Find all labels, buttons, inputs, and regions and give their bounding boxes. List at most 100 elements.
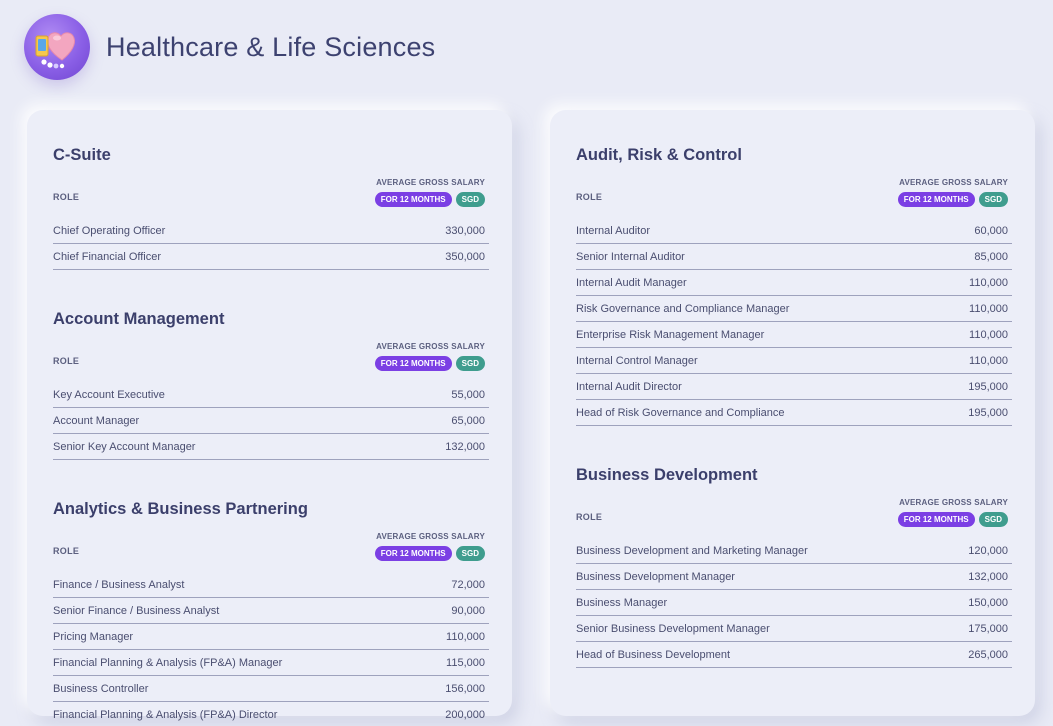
role-name: Key Account Executive [53, 388, 165, 401]
period-badge: FOR 12 MONTHS [374, 192, 452, 207]
table-row: Business Development and Marketing Manag… [576, 538, 1012, 564]
table-row: Chief Financial Officer 350,000 [53, 244, 489, 270]
salary-column-header: AVERAGE GROSS SALARY FOR 12 MONTHS SGD [897, 498, 1008, 527]
salary-section: Account Management ROLE AVERAGE GROSS SA… [53, 310, 489, 460]
role-name: Business Controller [53, 682, 149, 695]
salary-value: 110,000 [446, 630, 485, 643]
table-row: Chief Operating Officer 330,000 [53, 218, 489, 244]
table-row: Senior Finance / Business Analyst 90,000 [53, 598, 489, 624]
role-name: Senior Finance / Business Analyst [53, 604, 220, 617]
salary-value: 150,000 [968, 596, 1008, 609]
salary-badges: FOR 12 MONTHS SGD [374, 356, 485, 371]
role-column-header: ROLE [576, 192, 603, 202]
salary-value: 115,000 [446, 656, 485, 669]
salary-value: 175,000 [968, 622, 1008, 635]
role-name: Business Manager [576, 596, 668, 609]
role-column-header: ROLE [53, 546, 80, 556]
table-header: ROLE AVERAGE GROSS SALARY FOR 12 MONTHS … [576, 178, 1012, 218]
table-row: Risk Governance and Compliance Manager 11… [576, 296, 1012, 322]
period-badge: FOR 12 MONTHS [897, 192, 975, 207]
table-row: Business Development Manager 132,000 [576, 564, 1012, 590]
currency-badge: SGD [978, 192, 1008, 207]
healthcare-illustration-icon [24, 14, 90, 80]
salary-column-header: AVERAGE GROSS SALARY FOR 12 MONTHS SGD [374, 178, 485, 207]
role-name: Senior Business Development Manager [576, 622, 770, 635]
table-row: Business Controller 156,000 [53, 676, 489, 702]
role-name: Head of Business Development [576, 648, 731, 661]
role-name: Business Development and Marketing Manag… [576, 544, 808, 557]
table-header: ROLE AVERAGE GROSS SALARY FOR 12 MONTHS … [53, 342, 489, 382]
currency-badge: SGD [978, 512, 1008, 527]
table-row: Internal Auditor 60,000 [576, 218, 1012, 244]
table-row: Internal Audit Director 195,000 [576, 374, 1012, 400]
salary-value: 85,000 [974, 250, 1008, 263]
salary-column-label: AVERAGE GROSS SALARY [376, 178, 485, 187]
salary-value: 90,000 [451, 604, 485, 617]
salary-value: 200,000 [445, 708, 485, 721]
period-badge: FOR 12 MONTHS [374, 546, 452, 561]
role-name: Enterprise Risk Management Manager [576, 328, 765, 341]
table-row: Internal Audit Manager 110,000 [576, 270, 1012, 296]
role-name: Internal Control Manager [576, 354, 698, 367]
salary-section: Audit, Risk & Control ROLE AVERAGE GROSS… [576, 146, 1012, 426]
salary-badges: FOR 12 MONTHS SGD [374, 546, 485, 561]
salary-value: 195,000 [968, 380, 1008, 393]
right-salary-card: Audit, Risk & Control ROLE AVERAGE GROSS… [550, 110, 1035, 716]
left-salary-card: C-Suite ROLE AVERAGE GROSS SALARY FOR 12… [27, 110, 512, 721]
salary-rows: Chief Operating Officer 330,000 Chief Fina… [53, 218, 489, 270]
currency-badge: SGD [455, 546, 485, 561]
salary-column-label: AVERAGE GROSS SALARY [899, 178, 1008, 187]
role-name: Finance / Business Analyst [53, 578, 185, 591]
role-name: Chief Financial Officer [53, 250, 162, 263]
salary-value: 265,000 [968, 648, 1008, 661]
role-name: Account Manager [53, 414, 140, 427]
role-name: Internal Audit Manager [576, 276, 687, 289]
table-header: ROLE AVERAGE GROSS SALARY FOR 12 MONTHS … [53, 532, 489, 572]
section-title: Account Management [53, 310, 225, 328]
table-row: Internal Control Manager 110,000 [576, 348, 1012, 374]
salary-value: 110,000 [969, 302, 1008, 315]
section-title: Audit, Risk & Control [576, 146, 742, 164]
page: Healthcare & Life Sciences C-Suite ROLE … [0, 0, 1053, 726]
currency-badge: SGD [455, 192, 485, 207]
salary-value: 110,000 [969, 276, 1008, 289]
salary-value: 330,000 [445, 224, 485, 237]
page-header: Healthcare & Life Sciences [24, 14, 435, 80]
salary-value: 60,000 [974, 224, 1008, 237]
salary-rows: Internal Auditor 60,000 Senior Internal Au… [576, 218, 1012, 426]
role-name: Head of Risk Governance and Compliance [576, 406, 785, 419]
table-row: Pricing Manager 110,000 [53, 624, 489, 650]
page-title: Healthcare & Life Sciences [106, 31, 436, 62]
salary-value: 110,000 [969, 354, 1008, 367]
table-row: Business Manager 150,000 [576, 590, 1012, 616]
table-row: Head of Business Development 265,000 [576, 642, 1012, 668]
role-name: Business Development Manager [576, 570, 735, 583]
salary-rows: Business Development and Marketing Manag… [576, 538, 1012, 668]
table-row: Financial Planning & Analysis (FP&A) Dir… [53, 702, 489, 726]
role-name: Financial Planning & Analysis (FP&A) Dir… [53, 708, 278, 721]
section-title: Analytics & Business Partnering [53, 500, 308, 518]
salary-badges: FOR 12 MONTHS SGD [374, 192, 485, 207]
period-badge: FOR 12 MONTHS [897, 512, 975, 527]
role-name: Internal Auditor [576, 224, 650, 237]
currency-badge: SGD [455, 356, 485, 371]
salary-rows: Key Account Executive 55,000 Account Manag… [53, 382, 489, 460]
salary-value: 110,000 [969, 328, 1008, 341]
table-header: ROLE AVERAGE GROSS SALARY FOR 12 MONTHS … [576, 498, 1012, 538]
salary-value: 72,000 [451, 578, 485, 591]
salary-column-header: AVERAGE GROSS SALARY FOR 12 MONTHS SGD [897, 178, 1008, 207]
salary-value: 132,000 [968, 570, 1008, 583]
role-name: Chief Operating Officer [53, 224, 166, 237]
salary-value: 350,000 [445, 250, 485, 263]
salary-column-label: AVERAGE GROSS SALARY [376, 532, 485, 541]
section-title: C-Suite [53, 146, 111, 164]
section-title: Business Development [576, 466, 758, 484]
role-name: Senior Key Account Manager [53, 440, 196, 453]
salary-column-label: AVERAGE GROSS SALARY [899, 498, 1008, 507]
salary-column-header: AVERAGE GROSS SALARY FOR 12 MONTHS SGD [374, 342, 485, 371]
salary-badges: FOR 12 MONTHS SGD [897, 192, 1008, 207]
salary-value: 132,000 [445, 440, 485, 453]
salary-section: Business Development ROLE AVERAGE GROSS … [576, 466, 1012, 668]
salary-rows: Finance / Business Analyst 72,000 Senior F… [53, 572, 489, 726]
salary-value: 195,000 [968, 406, 1008, 419]
